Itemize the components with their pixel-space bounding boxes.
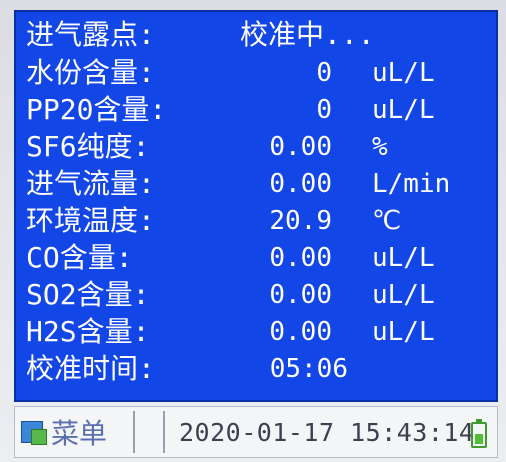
reading-label: SO2含量:	[26, 278, 150, 311]
reading-value: 20.9	[269, 206, 332, 236]
reading-row-h2s: H2S含量: 0.00 uL/L	[16, 315, 500, 349]
reading-value: 0	[316, 95, 332, 125]
reading-unit: uL/L	[372, 243, 435, 273]
reading-row-sf6-purity: SF6纯度: 0.00 %	[16, 130, 500, 164]
reading-label: 进气露点:	[26, 18, 155, 51]
reading-label: SF6纯度:	[26, 130, 150, 163]
reading-value: 0.00	[269, 132, 332, 162]
display-screen: 进气露点: 校准中... 水份含量: 0 uL/L PP20含量: 0 uL/L…	[14, 10, 498, 402]
reading-label: H2S含量:	[26, 315, 150, 348]
reading-label: CO含量:	[26, 241, 133, 274]
reading-value: 0.00	[269, 317, 332, 347]
reading-label: 校准时间:	[26, 352, 155, 385]
reading-row-moisture: 水份含量: 0 uL/L	[16, 56, 500, 90]
reading-unit: uL/L	[372, 95, 435, 125]
reading-label: 进气流量:	[26, 167, 155, 200]
reading-row-ambient-temp: 环境温度: 20.9 ℃	[16, 204, 500, 238]
reading-label: PP20含量:	[26, 93, 167, 126]
reading-row-co: CO含量: 0.00 uL/L	[16, 241, 500, 275]
datetime-text: 2020-01-17 15:43:14	[179, 417, 475, 447]
reading-unit: ℃	[372, 206, 402, 236]
reading-value: 校准中...	[240, 18, 375, 51]
menu-button[interactable]: 菜单	[17, 413, 135, 451]
menu-label: 菜单	[51, 417, 108, 450]
reading-value: 0.00	[269, 280, 332, 310]
reading-unit: uL/L	[372, 317, 435, 347]
reading-label: 环境温度:	[26, 204, 155, 237]
reading-row-so2: SO2含量: 0.00 uL/L	[16, 278, 500, 312]
battery-icon	[471, 419, 487, 448]
reading-value: 0	[316, 58, 332, 88]
reading-unit: uL/L	[372, 280, 435, 310]
reading-unit: %	[372, 132, 388, 162]
status-bar: 菜单 2020-01-17 15:43:14	[14, 406, 498, 458]
reading-row-calibration-time: 校准时间: 05:06	[16, 352, 500, 386]
reading-value: 0.00	[269, 243, 332, 273]
datetime-display: 2020-01-17 15:43:14	[163, 411, 493, 453]
reading-row-inlet-dew-point: 进气露点: 校准中...	[16, 18, 500, 52]
reading-value: 05:06	[269, 354, 348, 384]
reading-unit: uL/L	[372, 58, 435, 88]
divider	[133, 411, 135, 453]
reading-row-pp20: PP20含量: 0 uL/L	[16, 93, 500, 127]
reading-value: 0.00	[269, 169, 332, 199]
menu-icon	[21, 419, 47, 445]
reading-row-inlet-flow: 进气流量: 0.00 L/min	[16, 167, 500, 201]
reading-label: 水份含量:	[26, 56, 155, 89]
reading-unit: L/min	[372, 169, 451, 199]
